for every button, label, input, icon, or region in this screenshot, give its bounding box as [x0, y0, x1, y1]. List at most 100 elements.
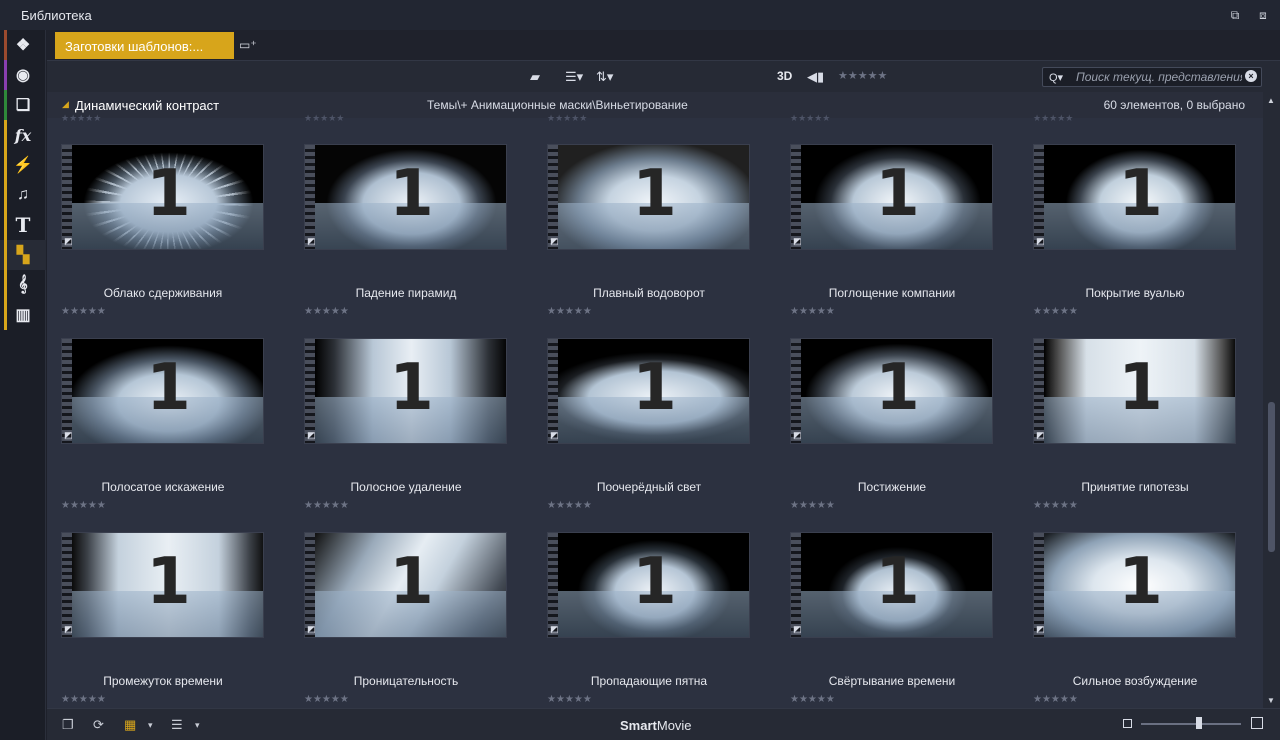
refresh-icon[interactable]: ⟳	[93, 717, 104, 733]
details-view-icon[interactable]: ☰	[171, 717, 183, 733]
template-thumbnail[interactable]: 1 ◩	[547, 532, 750, 638]
template-card[interactable]: 1 ◩ Полосное удаление ★★★★★	[290, 338, 510, 524]
template-rating-stars[interactable]: ★★★★★	[61, 306, 106, 317]
template-thumbnail[interactable]: 1 ◩	[1033, 532, 1236, 638]
rail-item-music-note[interactable]: ♫	[0, 180, 46, 210]
template-rating-stars[interactable]: ★★★★★	[61, 500, 106, 511]
rail-color-strip	[4, 240, 7, 270]
zoom-slider[interactable]	[1141, 723, 1241, 725]
template-name: Плавный водоворот	[593, 286, 705, 300]
template-card[interactable]: 1 ◩ Плавный водоворот ★★★★★	[533, 144, 753, 330]
template-card[interactable]: 1 ◩ Постижение ★★★★★	[776, 338, 996, 524]
template-rating-stars[interactable]: ★★★★★	[547, 500, 592, 511]
add-tab-icon[interactable]: ▭⁺	[239, 38, 257, 52]
collapse-arrow-icon[interactable]: ◢	[62, 99, 69, 110]
treble-clef-icon: 𝄞	[18, 276, 28, 293]
list-view-icon[interactable]: ☰▾	[565, 69, 583, 85]
template-rating-stars[interactable]: ★★★★★	[547, 306, 592, 317]
rail-color-strip	[4, 30, 7, 60]
rail-item-stack[interactable]: ❏	[0, 90, 46, 120]
template-card[interactable]: 1 ◩ Полосатое искажение ★★★★★	[47, 338, 267, 524]
template-rating-stars[interactable]: ★★★★★	[790, 500, 835, 511]
template-thumbnail[interactable]: 1 ◩	[61, 144, 264, 250]
rating-filter-stars[interactable]: ★★★★★	[838, 69, 887, 82]
template-rating-stars[interactable]: ★★★★★	[790, 694, 835, 705]
template-rating-stars[interactable]: ★★★★★	[61, 694, 106, 705]
template-card[interactable]: 1 ◩ Поглощение компании ★★★★★	[776, 144, 996, 330]
template-thumbnail[interactable]: 1 ◩	[547, 338, 750, 444]
template-card[interactable]: 1 ◩ Пропадающие пятна ★★★★★	[533, 532, 753, 708]
rail-color-strip	[4, 90, 7, 120]
rail-item-film-reel[interactable]: ◉	[0, 60, 46, 90]
search-icon[interactable]: Q▾	[1049, 71, 1063, 84]
tab-templates[interactable]: Заготовки шаблонов:...	[55, 32, 234, 59]
details-view-dropdown-icon[interactable]: ▾	[195, 720, 200, 731]
template-rating-stars[interactable]: ★★★★★	[1033, 694, 1078, 705]
rail-item-treble-clef[interactable]: 𝄞	[0, 270, 46, 300]
template-card[interactable]: 1 ◩ Поочерёдный свет ★★★★★	[533, 338, 753, 524]
previous-row-rating-stars: ★★★★★	[547, 113, 588, 123]
vertical-scrollbar[interactable]: ▲ ▼	[1263, 92, 1280, 708]
template-thumbnail[interactable]: 1 ◩	[304, 532, 507, 638]
template-card[interactable]: 1 ◩ Свёртывание времени ★★★★★	[776, 532, 996, 708]
filmstrip-edge	[62, 145, 72, 249]
rail-item-piano-keys[interactable]: ▥	[0, 300, 46, 330]
tag-icon[interactable]: ◀▮	[807, 69, 824, 85]
template-card[interactable]: 1 ◩ Принятие гипотезы ★★★★★	[1019, 338, 1239, 524]
template-thumbnail[interactable]: 1 ◩	[790, 532, 993, 638]
zoom-slider-handle[interactable]	[1196, 717, 1202, 729]
popout-icon[interactable]: ⧈	[1256, 8, 1270, 22]
library-category-rail: ❖ ◉ ❏ fx ⚡ ♫ T ▚ 𝄞 ▥	[0, 30, 46, 740]
filmstrip-edge	[1034, 339, 1044, 443]
grid-view-dropdown-icon[interactable]: ▾	[148, 720, 153, 731]
template-rating-stars[interactable]: ★★★★★	[304, 306, 349, 317]
template-thumbnail[interactable]: 1 ◩	[547, 144, 750, 250]
template-thumbnail[interactable]: 1 ◩	[304, 338, 507, 444]
rail-item-project-bin[interactable]: ❖	[0, 30, 46, 60]
template-rating-stars[interactable]: ★★★★★	[304, 500, 349, 511]
template-thumbnail[interactable]: 1 ◩	[790, 144, 993, 250]
template-card[interactable]: 1 ◩ Покрытие вуалью ★★★★★	[1019, 144, 1239, 330]
folder-icon[interactable]: ▰	[530, 69, 540, 85]
scrollbar-thumb[interactable]	[1268, 402, 1275, 552]
rail-item-fx[interactable]: fx	[0, 120, 46, 150]
template-rating-stars[interactable]: ★★★★★	[1033, 500, 1078, 511]
preview-number: 1	[632, 157, 677, 231]
template-card[interactable]: 1 ◩ Облако сдерживания ★★★★★	[47, 144, 267, 330]
copy-icon[interactable]: ❐	[62, 717, 74, 733]
rail-item-title-text[interactable]: T	[0, 210, 46, 240]
template-type-icon: ◩	[1036, 236, 1045, 246]
zoom-out-icon[interactable]	[1123, 719, 1132, 728]
search-box: Q▾ ×	[1042, 67, 1262, 87]
sort-icon[interactable]: ⇅▾	[596, 69, 613, 85]
scroll-down-icon[interactable]: ▼	[1267, 696, 1275, 705]
template-rating-stars[interactable]: ★★★★★	[1033, 306, 1078, 317]
zoom-in-icon[interactable]	[1251, 717, 1263, 729]
template-card[interactable]: 1 ◩ Промежуток времени ★★★★★	[47, 532, 267, 708]
smartmovie-button[interactable]: SmartMovie	[620, 718, 692, 733]
grid-view-icon[interactable]: ▦	[124, 717, 136, 733]
template-thumbnail[interactable]: 1 ◩	[790, 338, 993, 444]
rail-item-templates[interactable]: ▚	[0, 240, 46, 270]
template-card[interactable]: 1 ◩ Сильное возбуждение ★★★★★	[1019, 532, 1239, 708]
preview-number: 1	[1118, 157, 1163, 231]
template-card[interactable]: 1 ◩ Падение пирамид ★★★★★	[290, 144, 510, 330]
template-thumbnail[interactable]: 1 ◩	[1033, 144, 1236, 250]
3d-filter-button[interactable]: 3D	[777, 69, 792, 83]
search-input[interactable]	[1076, 69, 1242, 85]
template-rating-stars[interactable]: ★★★★★	[304, 694, 349, 705]
template-rating-stars[interactable]: ★★★★★	[547, 694, 592, 705]
template-thumbnail[interactable]: 1 ◩	[61, 338, 264, 444]
template-thumbnail[interactable]: 1 ◩	[304, 144, 507, 250]
restore-window-icon[interactable]: ⧉	[1228, 8, 1242, 22]
template-rating-stars[interactable]: ★★★★★	[790, 306, 835, 317]
template-thumbnail[interactable]: 1 ◩	[1033, 338, 1236, 444]
music-note-icon: ♫	[17, 186, 29, 203]
scroll-up-icon[interactable]: ▲	[1267, 96, 1275, 105]
clear-search-icon[interactable]: ×	[1245, 70, 1257, 82]
template-thumbnail[interactable]: 1 ◩	[61, 532, 264, 638]
preview-number: 1	[389, 157, 434, 231]
rail-item-transition[interactable]: ⚡	[0, 150, 46, 180]
rail-color-strip	[4, 180, 7, 210]
template-card[interactable]: 1 ◩ Проницательность ★★★★★	[290, 532, 510, 708]
